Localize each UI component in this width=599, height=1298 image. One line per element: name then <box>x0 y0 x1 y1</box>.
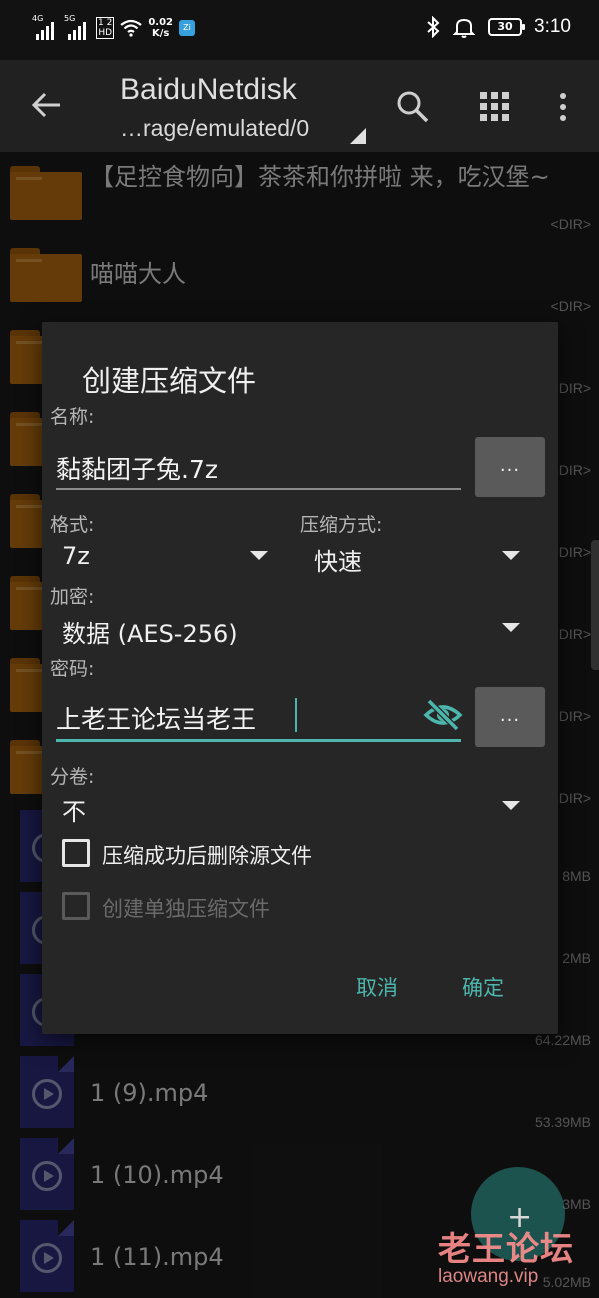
dialog-title: 创建压缩文件 <box>82 364 257 398</box>
ok-button[interactable]: 确定 <box>462 972 504 1002</box>
encrypt-label: 加密: <box>50 586 95 608</box>
delete-source-label[interactable]: 压缩成功后删除源文件 <box>102 840 312 870</box>
browse-password-button[interactable]: ... <box>475 687 545 747</box>
watermark-text: 老王论坛 <box>438 1229 574 1268</box>
volume-select[interactable]: 不 <box>62 792 86 827</box>
status-right: 30 3:10 <box>426 16 571 38</box>
battery-level: 30 <box>497 20 513 33</box>
archive-name-input[interactable]: 黏黏团子兔.7z <box>56 450 218 486</box>
toolbar-path[interactable]: …rage/emulated/0 <box>120 115 309 142</box>
grid-view-icon[interactable] <box>478 90 512 124</box>
encrypt-dropdown-icon[interactable] <box>502 623 520 632</box>
name-label: 名称: <box>50 406 95 428</box>
status-bar: 4G 5G 1 2 HD 0.02 K/s Zi 30 3:10 <box>0 0 599 60</box>
watermark-url: laowang.vip <box>438 1266 539 1287</box>
method-label: 压缩方式: <box>300 514 383 536</box>
separate-archive-checkbox <box>62 892 90 920</box>
password-label: 密码: <box>50 658 95 680</box>
net2-label: 5G <box>64 14 76 23</box>
format-select[interactable]: 7z <box>62 542 90 570</box>
name-underline <box>56 488 461 490</box>
password-input[interactable]: 上老王论坛当老王 <box>56 700 256 736</box>
visibility-off-icon[interactable] <box>423 698 463 732</box>
delete-source-checkbox[interactable] <box>62 839 90 867</box>
hd-badge: 1 2 HD <box>96 17 115 39</box>
toolbar-title: BaiduNetdisk <box>120 73 297 106</box>
text-cursor <box>295 698 297 732</box>
signal-4g-icon: 4G <box>32 14 58 40</box>
browse-name-button[interactable]: ... <box>475 437 545 497</box>
method-select[interactable]: 快速 <box>314 542 362 577</box>
speed-value: 0.02 <box>148 17 174 28</box>
create-archive-dialog: 创建压缩文件 名称: 黏黏团子兔.7z ... 格式: 压缩方式: 7z 快速 … <box>42 322 558 1034</box>
clock: 3:10 <box>534 16 571 37</box>
net-speed: 0.02 K/s <box>148 17 173 39</box>
separate-archive-label: 创建单独压缩文件 <box>102 897 270 921</box>
format-label: 格式: <box>50 514 95 536</box>
battery-icon: 30 <box>488 18 526 36</box>
search-icon[interactable] <box>396 90 430 124</box>
wifi-icon <box>120 19 143 37</box>
cancel-button[interactable]: 取消 <box>356 972 398 1002</box>
format-dropdown-icon[interactable] <box>250 551 268 560</box>
password-underline <box>56 739 461 742</box>
volume-dropdown-icon[interactable] <box>502 801 520 810</box>
more-options-icon[interactable] <box>548 90 578 124</box>
path-dropdown-icon[interactable] <box>350 128 366 144</box>
notification-bell-icon <box>452 18 476 38</box>
signal-5g-icon: 5G <box>64 14 90 40</box>
app-notification-icon: Zi <box>179 20 196 36</box>
app-toolbar: BaiduNetdisk …rage/emulated/0 <box>0 60 599 152</box>
net1-label: 4G <box>32 14 44 23</box>
method-dropdown-icon[interactable] <box>502 551 520 560</box>
volume-label: 分卷: <box>50 766 95 788</box>
status-left: 4G 5G 1 2 HD 0.02 K/s Zi <box>32 14 196 40</box>
bluetooth-icon <box>427 16 440 38</box>
back-arrow-icon[interactable] <box>30 88 64 122</box>
speed-unit: K/s <box>151 28 170 39</box>
encrypt-select[interactable]: 数据 (AES-256) <box>62 614 238 649</box>
